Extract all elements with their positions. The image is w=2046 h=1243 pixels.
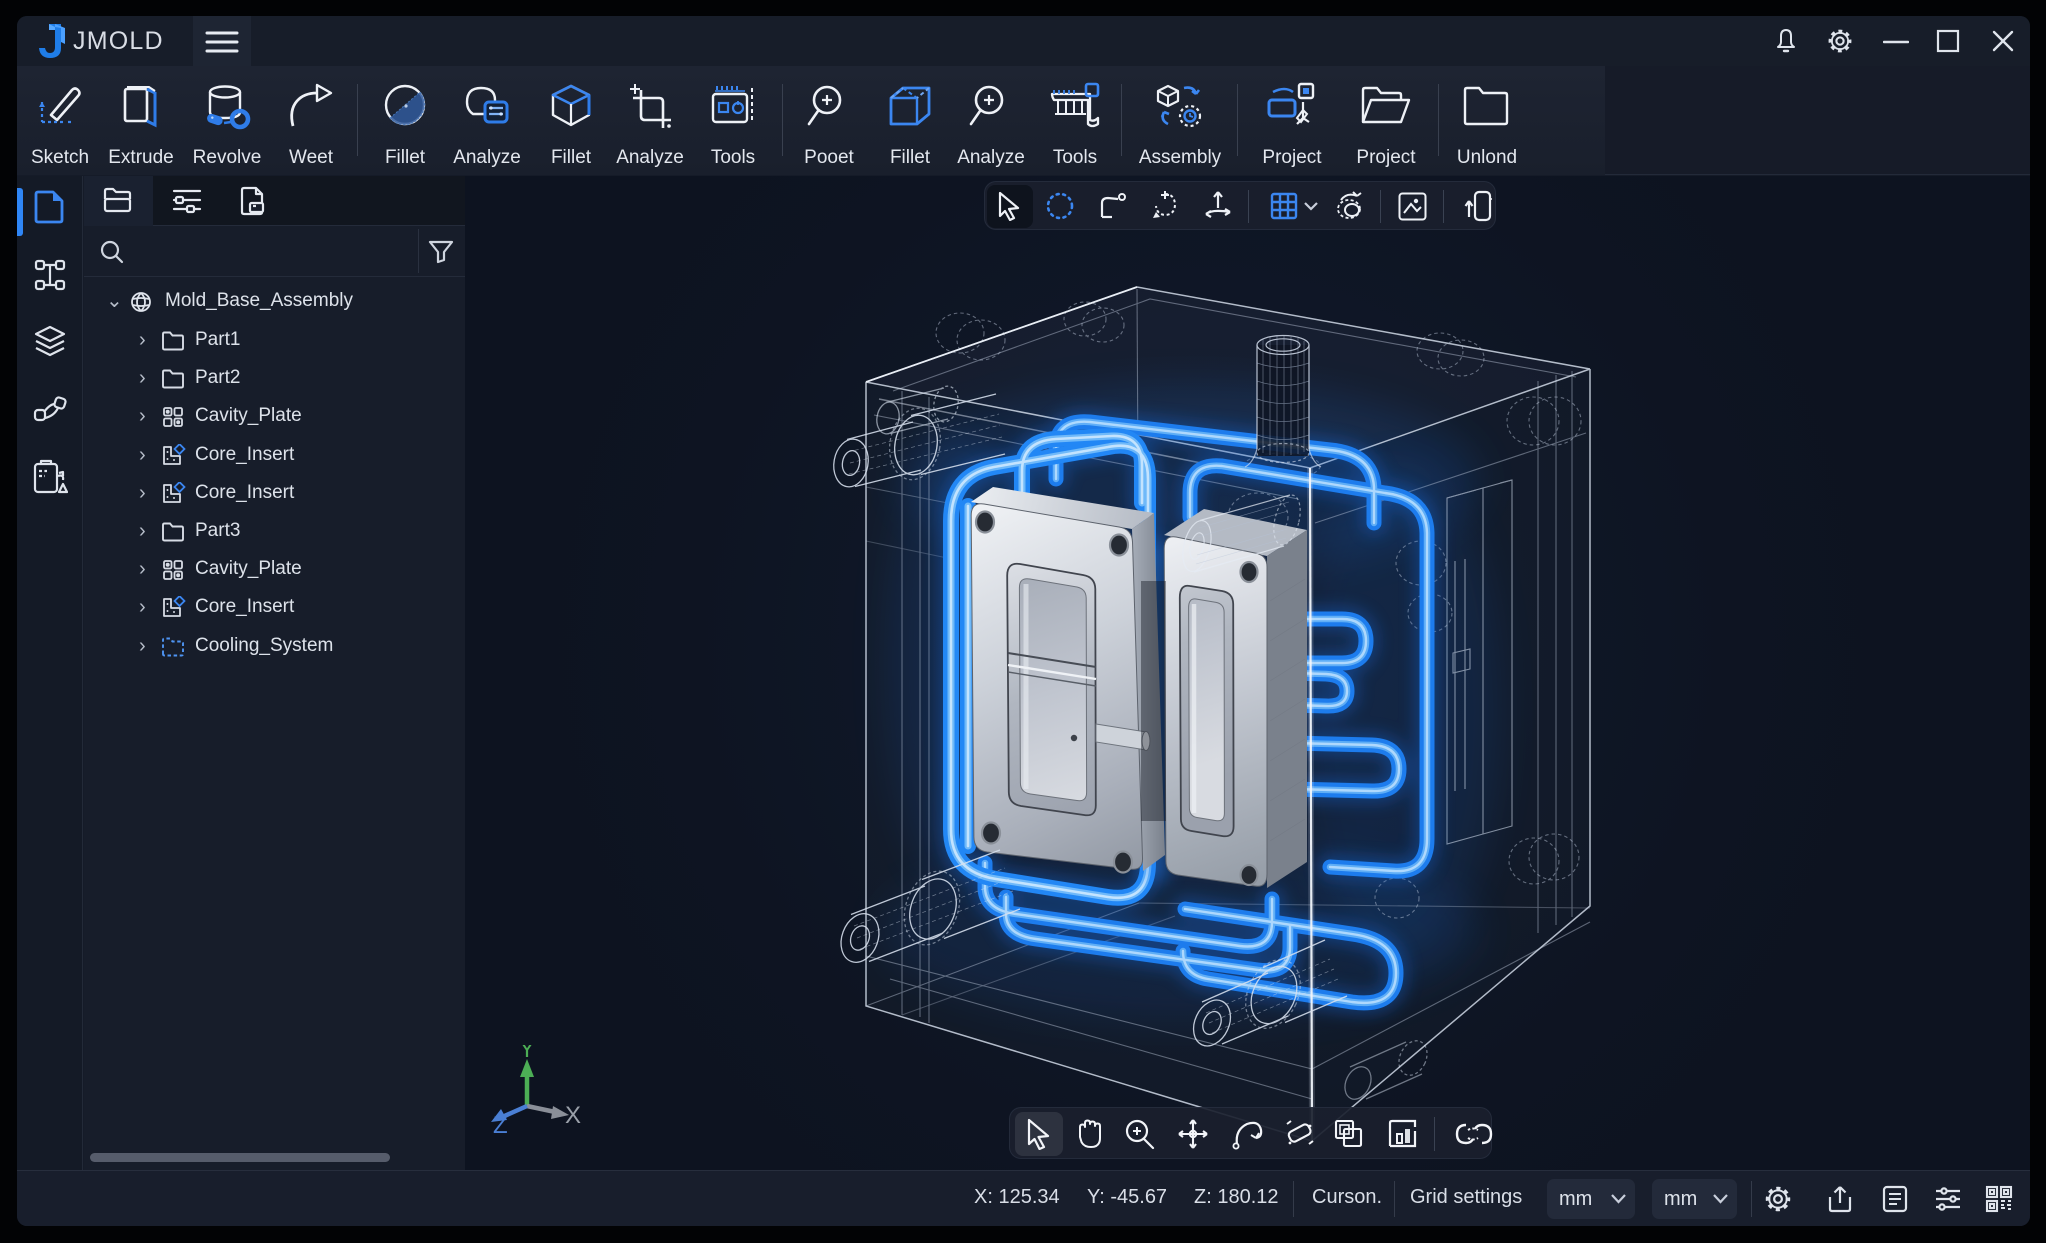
svg-text:X: X (565, 1102, 581, 1129)
svg-text:Z: Z (493, 1112, 508, 1139)
svg-text:Y: Y (519, 1045, 535, 1063)
